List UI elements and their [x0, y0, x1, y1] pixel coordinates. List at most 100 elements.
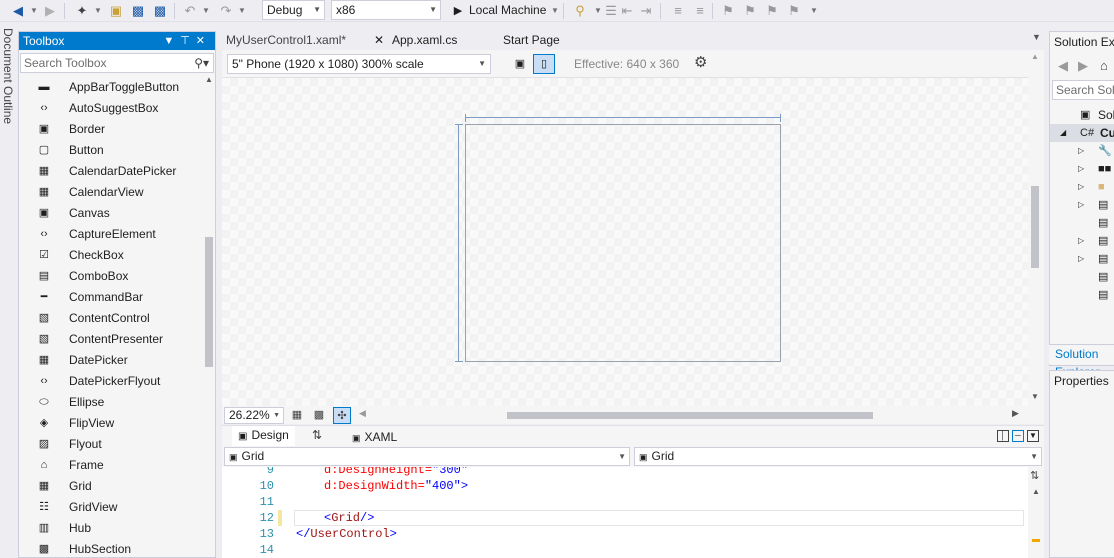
expand-icon[interactable]: ▷	[1078, 160, 1084, 178]
scrollbar-thumb[interactable]	[205, 237, 213, 367]
tab-xaml[interactable]: ▣ XAML	[352, 428, 397, 447]
collapse-pane-icon[interactable]: ▼	[1027, 430, 1039, 442]
undo-icon[interactable]: ↶	[182, 3, 198, 19]
toolbox-header-icons[interactable]: ▼⊤✕	[163, 32, 211, 50]
close-icon[interactable]: ✕	[374, 31, 384, 49]
new-dropdown-icon[interactable]: ▼	[94, 3, 102, 19]
back-dropdown-icon[interactable]: ▼	[30, 3, 38, 19]
redo-dropdown-icon[interactable]: ▼	[238, 3, 246, 19]
search-icon[interactable]: ⚲▾	[194, 54, 209, 72]
scrollbar-thumb[interactable]	[1032, 539, 1040, 542]
tree-item[interactable]: ▤	[1050, 214, 1114, 232]
run-target-label[interactable]: Local Machine	[469, 2, 546, 18]
bookmark-icon[interactable]: ⚑	[720, 3, 736, 19]
scroll-up-icon[interactable]: ▲	[1032, 487, 1040, 496]
toolbox-item[interactable]: ▦ DatePicker	[19, 350, 203, 371]
portrait-button[interactable]: ▯	[533, 54, 555, 74]
tabs-dropdown-icon[interactable]: ▼	[1032, 32, 1041, 42]
tab-myusercontrol[interactable]: MyUserControl1.xaml* ✕	[222, 31, 388, 49]
tree-item[interactable]: ▷ ▤	[1050, 232, 1114, 250]
expand-icon[interactable]: ▷	[1078, 232, 1084, 250]
toolbox-item[interactable]: ▬ AppBarToggleButton	[19, 77, 203, 98]
save-all-icon[interactable]: ▩	[152, 3, 168, 19]
expand-icon[interactable]: ▷	[1078, 142, 1084, 160]
document-outline-tab[interactable]: Document Outline	[0, 22, 18, 558]
expand-icon[interactable]: ▷	[1078, 250, 1084, 268]
tab-start-page[interactable]: Start Page	[499, 31, 579, 49]
toolbox-item[interactable]: ‹› CaptureElement	[19, 224, 203, 245]
code-line[interactable]: 12 <Grid/>	[222, 510, 1044, 526]
artboard-background-icon[interactable]: ▩	[310, 407, 328, 424]
code-line[interactable]: 14	[222, 542, 1044, 558]
back-icon[interactable]: ◀	[1058, 58, 1068, 74]
scroll-up-icon[interactable]: ▲	[205, 75, 213, 84]
design-canvas[interactable]	[222, 78, 1028, 406]
scroll-up-icon[interactable]: ▲	[1031, 52, 1039, 61]
toolbox-item[interactable]: ▦ CalendarView	[19, 182, 203, 203]
code-line[interactable]: 10 d:DesignWidth="400">	[222, 478, 1044, 494]
scrollbar-thumb[interactable]	[1031, 186, 1039, 268]
toolbox-item[interactable]: ▤ ComboBox	[19, 266, 203, 287]
horizontal-split-icon[interactable]: ─	[1012, 430, 1024, 442]
toolbox-item[interactable]: ▢ Button	[19, 140, 203, 161]
open-folder-icon[interactable]: ▣	[108, 3, 124, 19]
toolbox-item[interactable]: ▣ Border	[19, 119, 203, 140]
canvas-vertical-scrollbar[interactable]: ▲ ▼	[1028, 50, 1044, 406]
landscape-button[interactable]: ▣	[509, 54, 531, 74]
toolbox-item[interactable]: ▦ Grid	[19, 476, 203, 497]
solution-search-input[interactable]: Search Solution Explorer	[1052, 80, 1114, 100]
tree-item-project[interactable]: ◢ C# Cu	[1050, 124, 1114, 142]
scroll-left-icon[interactable]: ◀	[359, 408, 366, 419]
toolbox-item[interactable]: ◈ FlipView	[19, 413, 203, 434]
toolbox-item[interactable]: ☑ CheckBox	[19, 245, 203, 266]
code-line[interactable]: 11	[222, 494, 1044, 510]
scroll-down-icon[interactable]: ▼	[1031, 392, 1039, 401]
toolbox-item[interactable]: ▧ ContentControl	[19, 308, 203, 329]
clear-bookmarks-icon[interactable]: ⚑	[786, 3, 802, 19]
zoom-dropdown[interactable]: 26.22% ▼	[224, 407, 284, 424]
toolbox-header[interactable]: Toolbox ▼⊤✕	[19, 32, 215, 50]
tab-design[interactable]: ▣ Design	[232, 426, 295, 446]
tree-item[interactable]: ▤	[1050, 286, 1114, 304]
code-line[interactable]: 9 d:DesignHeight="300"	[222, 467, 1044, 478]
user-control-artboard[interactable]	[465, 124, 781, 362]
indent-icon[interactable]: ⇤	[619, 3, 635, 19]
save-icon[interactable]: ▩	[130, 3, 146, 19]
outdent-icon[interactable]: ⇥	[638, 3, 654, 19]
comment-icon[interactable]: ≡	[670, 3, 686, 19]
expand-icon[interactable]: ▷	[1078, 178, 1084, 196]
find-dropdown-icon[interactable]: ▼	[594, 3, 602, 19]
run-target-dropdown-icon[interactable]: ▼	[551, 3, 559, 19]
element-dropdown-left[interactable]: ▣ Grid ▼	[224, 447, 630, 466]
configuration-dropdown[interactable]: Debug ▼	[262, 0, 325, 20]
new-project-icon[interactable]: ✦	[74, 3, 90, 19]
home-icon[interactable]: ⌂	[1100, 58, 1108, 73]
toolbox-item[interactable]: ☷ GridView	[19, 497, 203, 518]
prev-bookmark-icon[interactable]: ⚑	[742, 3, 758, 19]
tree-item[interactable]: ▷ 🔧	[1050, 142, 1114, 160]
uncomment-icon[interactable]: ≡	[692, 3, 708, 19]
toolbox-search-input[interactable]: Search Toolbox ⚲▾	[20, 53, 214, 73]
tree-item[interactable]: ▷ ▤	[1050, 250, 1114, 268]
back-icon[interactable]: ◀	[10, 3, 26, 19]
scroll-right-icon[interactable]: ▶	[1012, 408, 1019, 419]
split-editor-icon[interactable]: ⇅	[1030, 469, 1039, 482]
snap-to-grid-icon[interactable]: ✣	[333, 407, 351, 424]
toolbox-scrollbar[interactable]: ▲	[203, 75, 215, 557]
forward-icon[interactable]: ▶	[1078, 58, 1088, 74]
next-bookmark-icon[interactable]: ⚑	[764, 3, 780, 19]
platform-dropdown[interactable]: x86 ▼	[331, 0, 441, 20]
step-icon[interactable]: ☰	[603, 3, 619, 19]
toolbox-item[interactable]: ▥ Hub	[19, 518, 203, 539]
find-icon[interactable]: ⚲	[572, 3, 588, 19]
toolbar-overflow-icon[interactable]: ▼	[810, 3, 818, 19]
toolbox-item[interactable]: ▣ Canvas	[19, 203, 203, 224]
forward-icon[interactable]: ▶	[42, 3, 58, 19]
editor-vertical-scrollbar[interactable]: ⇅ ▲	[1028, 467, 1044, 558]
code-line[interactable]: 13 </UserControl>	[222, 526, 1044, 542]
toolbox-item[interactable]: ‹› AutoSuggestBox	[19, 98, 203, 119]
tree-item[interactable]: ▷ ■	[1050, 178, 1114, 196]
toolbox-item[interactable]: ⌂ Frame	[19, 455, 203, 476]
horizontal-scrollbar-thumb[interactable]	[507, 412, 873, 419]
toolbox-item[interactable]: ━ CommandBar	[19, 287, 203, 308]
